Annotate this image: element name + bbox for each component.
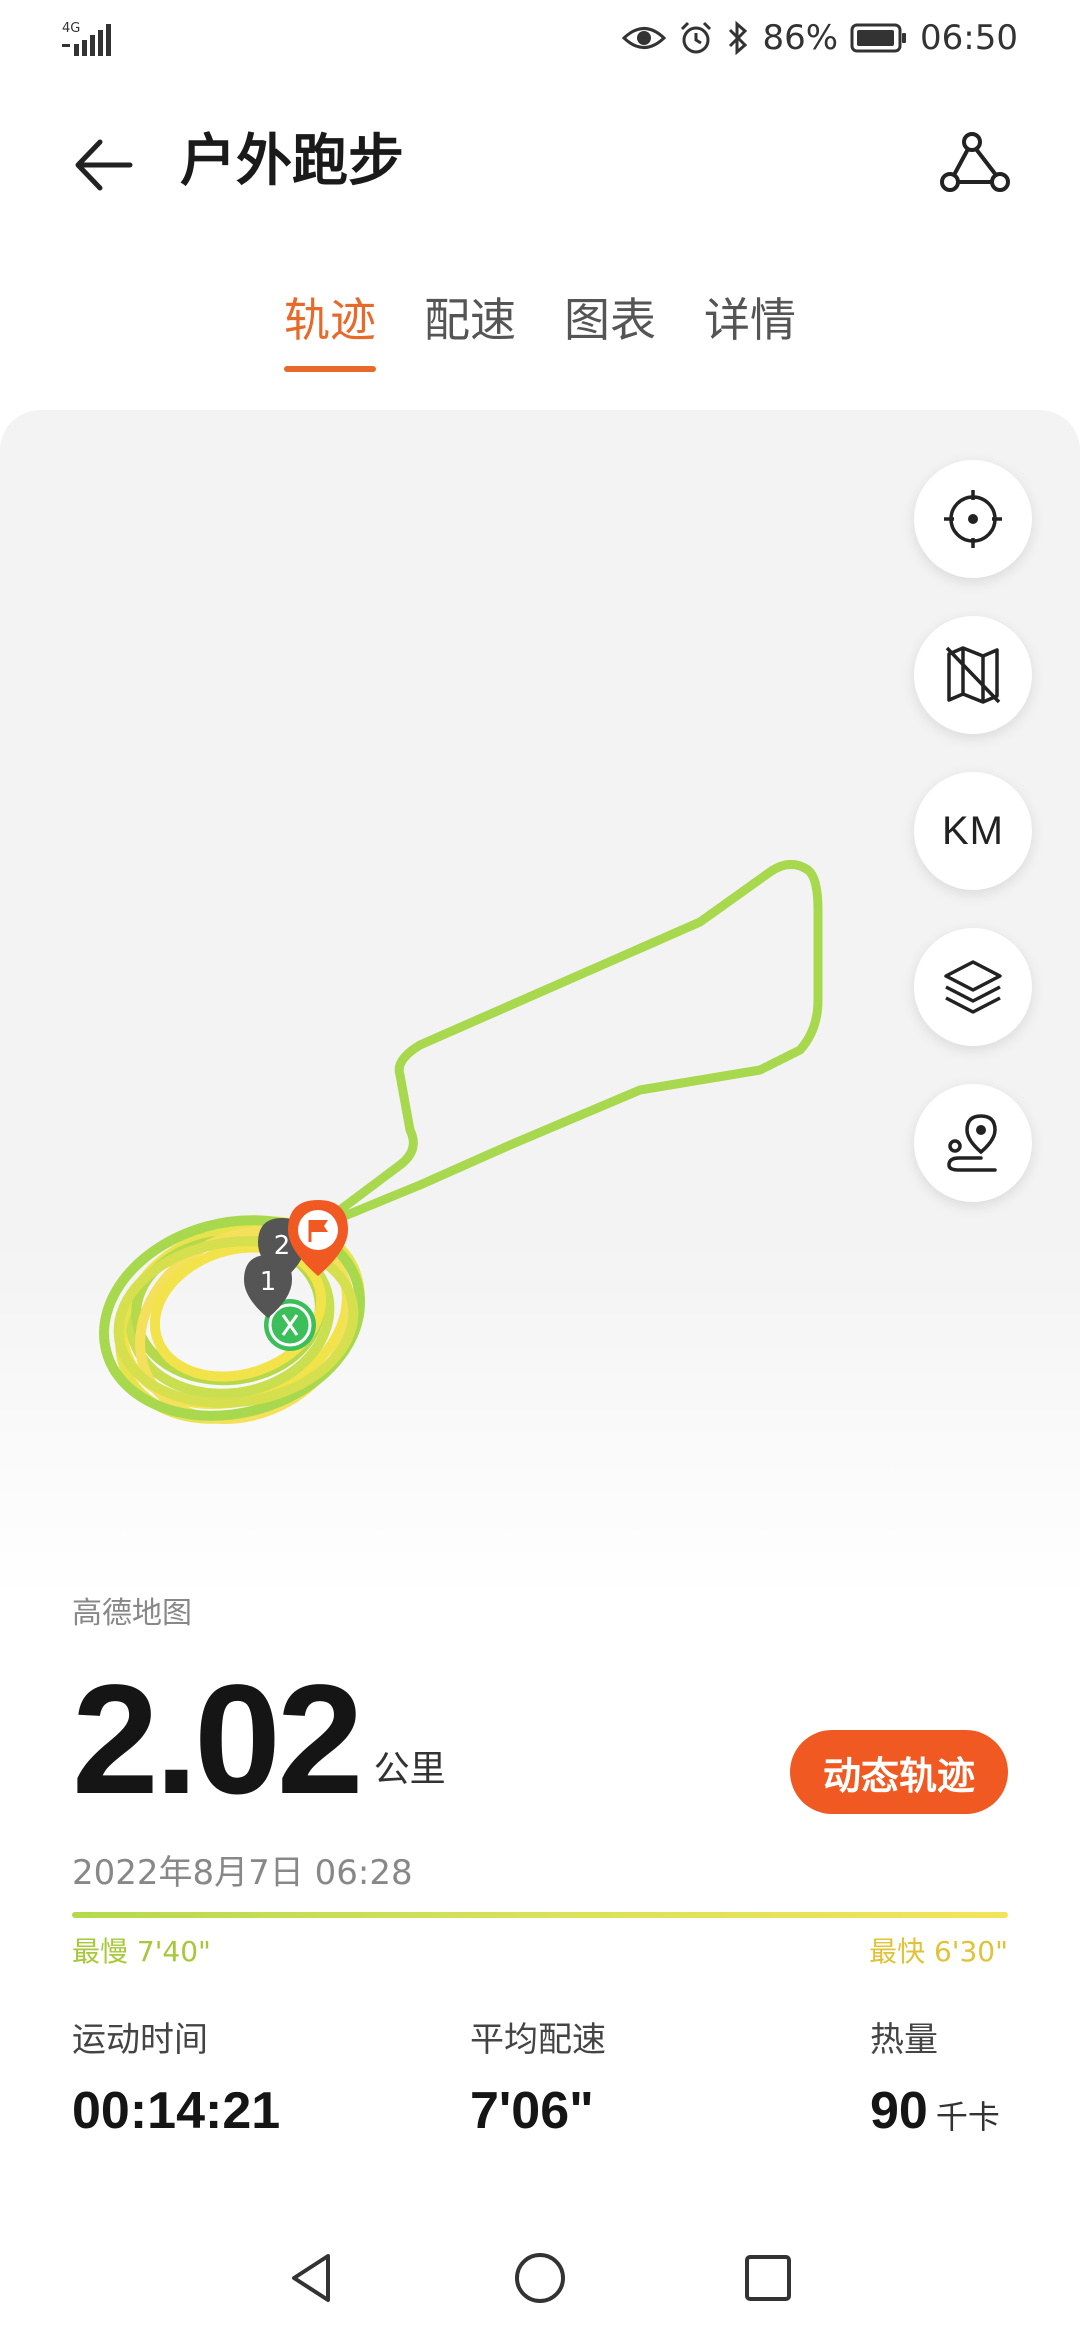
tab-charts[interactable]: 图表 — [564, 290, 656, 372]
route-map[interactable]: 1 2 KM — [0, 410, 1080, 1600]
back-arrow-icon[interactable] — [70, 130, 140, 200]
svg-text:2: 2 — [274, 1231, 291, 1261]
workout-datetime: 2022年8月7日 06:28 — [72, 1853, 413, 1893]
clock: 06:50 — [920, 18, 1018, 58]
alarm-icon — [681, 21, 712, 54]
system-nav-bar — [0, 2220, 1080, 2330]
stat-label: 平均配速 — [470, 2020, 606, 2060]
tab-pace[interactable]: 配速 — [424, 290, 516, 372]
stat-value: 90 千卡 — [870, 2082, 1000, 2140]
dynamic-track-button[interactable]: 动态轨迹 — [790, 1730, 1008, 1814]
stat-unit: 千卡 — [935, 2099, 1000, 2135]
stat-duration: 运动时间 00:14:21 — [72, 2018, 280, 2146]
stat-value: 00:14:21 — [72, 2082, 281, 2140]
tab-track[interactable]: 轨迹 — [284, 290, 376, 372]
distance-unit: 公里 — [373, 1749, 446, 1790]
stat-calories: 热量 90 千卡 — [870, 2018, 1000, 2152]
pace-fastest: 最快 6'30" — [869, 1935, 1008, 1968]
battery-icon — [850, 23, 907, 53]
signal-icon: 4G — [62, 21, 111, 56]
nav-back-icon[interactable] — [282, 2248, 342, 2308]
tab-details[interactable]: 详情 — [704, 290, 796, 372]
bluetooth-icon — [729, 20, 748, 56]
battery-percent: 86% — [762, 18, 839, 58]
status-bar: 4G 86% 06:50 — [0, 0, 1080, 80]
nav-home-icon[interactable] — [510, 2248, 570, 2308]
route-pin-button[interactable] — [914, 1084, 1032, 1202]
route-pin-icon — [947, 1114, 997, 1172]
map-controls: KM — [914, 460, 1032, 1202]
stats-row: 运动时间 00:14:21 平均配速 7'06" 热量 90 千卡 — [72, 2018, 1008, 2140]
crosshair-icon — [944, 490, 1002, 548]
header: 户外跑步 — [0, 110, 1080, 210]
map-off-icon — [945, 646, 1001, 704]
eye-icon — [622, 27, 667, 49]
nav-recents-icon[interactable] — [738, 2248, 798, 2308]
distance-value: 2.02 — [72, 1653, 364, 1827]
layers-icon — [944, 960, 1002, 1014]
map-type-button[interactable] — [914, 616, 1032, 734]
pace-gradient-bar — [72, 1912, 1008, 1918]
distance: 2.02 公里 — [72, 1660, 446, 1820]
svg-text:4G: 4G — [62, 21, 80, 36]
km-markers-button[interactable]: KM — [914, 772, 1032, 890]
tab-bar: 轨迹 配速 图表 详情 — [0, 290, 1080, 372]
stat-avg-pace: 平均配速 7'06" — [470, 2018, 606, 2146]
share-route-icon[interactable] — [938, 128, 1010, 200]
pace-slowest: 最慢 7'40" — [72, 1935, 211, 1968]
route-outbound — [315, 860, 823, 1230]
layers-button[interactable] — [914, 928, 1032, 1046]
stat-label: 运动时间 — [72, 2020, 208, 2060]
map-source-label: 高德地图 — [72, 1596, 192, 1631]
locate-button[interactable] — [914, 460, 1032, 578]
stat-value: 7'06" — [470, 2082, 594, 2140]
page-title: 户外跑步 — [180, 129, 404, 194]
stat-label: 热量 — [870, 2020, 938, 2060]
